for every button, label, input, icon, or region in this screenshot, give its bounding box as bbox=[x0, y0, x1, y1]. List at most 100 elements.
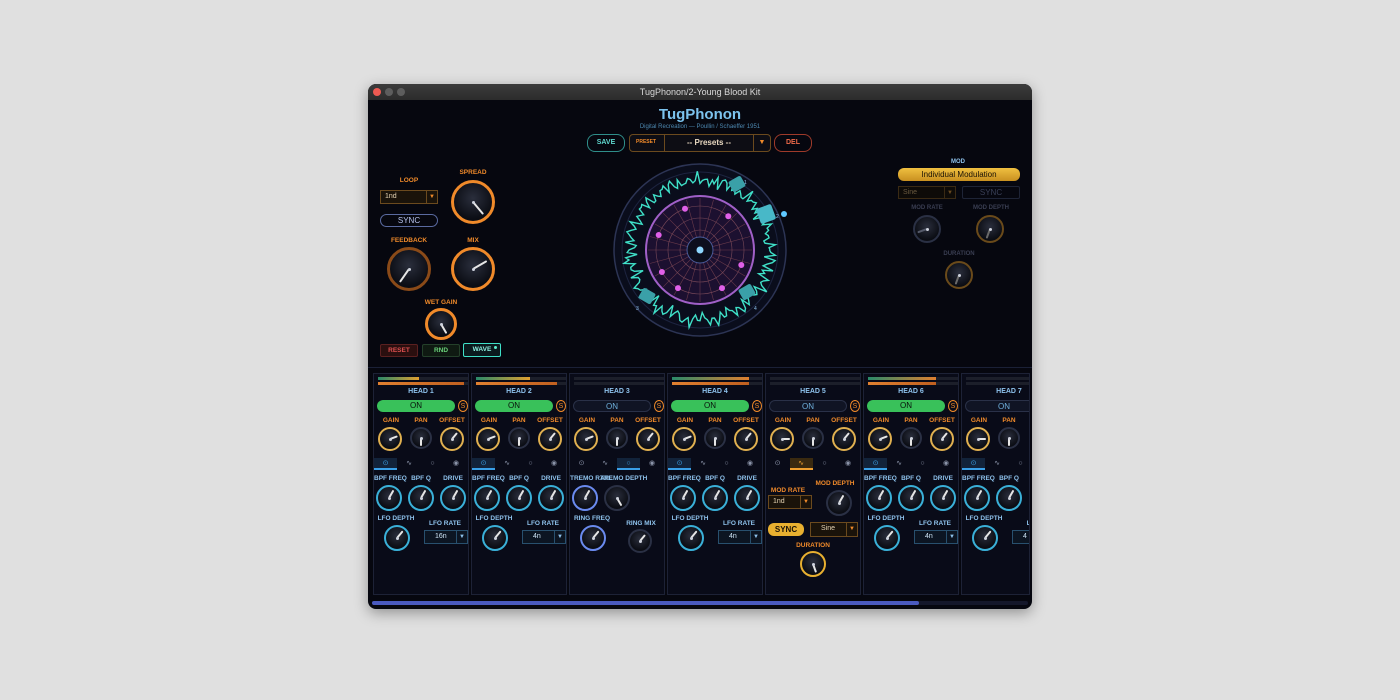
param2-knob[interactable] bbox=[408, 485, 434, 511]
param3-knob[interactable] bbox=[440, 485, 466, 511]
tab-filter-icon[interactable]: ⊙ bbox=[570, 458, 593, 470]
pan-knob[interactable] bbox=[508, 427, 530, 449]
solo-button[interactable]: S bbox=[850, 400, 860, 412]
param2-knob[interactable] bbox=[996, 485, 1022, 511]
tab-wave-icon[interactable]: ∿ bbox=[594, 458, 617, 470]
mod-sync-button[interactable]: SYNC bbox=[962, 186, 1020, 199]
param1-knob[interactable] bbox=[474, 485, 500, 511]
gain-knob[interactable] bbox=[574, 427, 598, 451]
mod-rate-knob[interactable] bbox=[913, 215, 941, 243]
solo-button[interactable]: S bbox=[948, 400, 958, 412]
individual-modulation-button[interactable]: Individual Modulation bbox=[898, 168, 1020, 181]
tab-target-icon[interactable]: ◉ bbox=[739, 458, 762, 470]
param1-knob[interactable] bbox=[376, 485, 402, 511]
tape-head-wheel[interactable]: 1 2 3 4 bbox=[612, 162, 788, 338]
tab-target-icon[interactable]: ◉ bbox=[641, 458, 664, 470]
gain-knob[interactable] bbox=[966, 427, 990, 451]
tab-wave-icon[interactable]: ∿ bbox=[986, 458, 1009, 470]
head-wave-select[interactable]: Sine ▼ bbox=[810, 522, 858, 537]
head-sync-button[interactable]: SYNC bbox=[768, 523, 804, 536]
pan-knob[interactable] bbox=[802, 427, 824, 449]
tab-filter-icon[interactable]: ⊙ bbox=[864, 458, 887, 470]
loop-select[interactable]: 1nd ▼ bbox=[380, 190, 438, 204]
gain-knob[interactable] bbox=[868, 427, 892, 451]
feedback-knob[interactable] bbox=[387, 247, 431, 291]
duration-knob[interactable] bbox=[945, 261, 973, 289]
param5-knob[interactable] bbox=[628, 529, 652, 553]
tab-ring-icon[interactable]: ○ bbox=[813, 458, 836, 470]
tab-ring-icon[interactable]: ○ bbox=[911, 458, 934, 470]
param2-knob[interactable] bbox=[702, 485, 728, 511]
tab-target-icon[interactable]: ◉ bbox=[445, 458, 468, 470]
param1-knob[interactable] bbox=[866, 485, 892, 511]
wet-gain-knob[interactable] bbox=[425, 308, 457, 340]
gain-knob[interactable] bbox=[476, 427, 500, 451]
param3-knob[interactable] bbox=[930, 485, 956, 511]
offset-knob[interactable] bbox=[440, 427, 464, 451]
param4-knob[interactable] bbox=[580, 525, 606, 551]
param3-knob[interactable] bbox=[538, 485, 564, 511]
mod-depth-knob[interactable] bbox=[976, 215, 1004, 243]
tab-wave-icon[interactable]: ∿ bbox=[496, 458, 519, 470]
param1-knob[interactable] bbox=[964, 485, 990, 511]
lfo-rate-select[interactable]: 16n ▼ bbox=[424, 530, 468, 544]
offset-knob[interactable] bbox=[832, 427, 856, 451]
minimize-window-button[interactable] bbox=[385, 88, 393, 96]
param4-knob[interactable] bbox=[678, 525, 704, 551]
pan-knob[interactable] bbox=[606, 427, 628, 449]
head-on-toggle[interactable]: ON bbox=[671, 400, 749, 412]
param4-knob[interactable] bbox=[972, 525, 998, 551]
tab-ring-icon[interactable]: ○ bbox=[421, 458, 444, 470]
solo-button[interactable]: S bbox=[654, 400, 664, 412]
tab-target-icon[interactable]: ◉ bbox=[935, 458, 958, 470]
pan-knob[interactable] bbox=[704, 427, 726, 449]
mod-depth-knob[interactable] bbox=[826, 490, 852, 516]
tab-target-icon[interactable]: ◉ bbox=[543, 458, 566, 470]
tab-target-icon[interactable]: ◉ bbox=[837, 458, 860, 470]
tab-ring-icon[interactable]: ○ bbox=[1009, 458, 1029, 470]
loop-sync-button[interactable]: SYNC bbox=[380, 214, 438, 227]
param2-knob[interactable] bbox=[898, 485, 924, 511]
wave-toggle-button[interactable]: WAVE bbox=[463, 343, 501, 357]
offset-knob[interactable] bbox=[636, 427, 660, 451]
offset-knob[interactable] bbox=[930, 427, 954, 451]
head-on-toggle[interactable]: ON bbox=[965, 400, 1029, 412]
solo-button[interactable]: S bbox=[752, 400, 762, 412]
tab-filter-icon[interactable]: ⊙ bbox=[962, 458, 985, 470]
mix-knob[interactable] bbox=[451, 247, 495, 291]
mod-rate-select[interactable]: 1nd ▼ bbox=[768, 495, 812, 509]
head-on-toggle[interactable]: ON bbox=[769, 400, 847, 412]
lfo-rate-select[interactable]: 4n ▼ bbox=[718, 530, 762, 544]
param2-knob[interactable] bbox=[506, 485, 532, 511]
solo-button[interactable]: S bbox=[458, 400, 468, 412]
duration-knob[interactable] bbox=[800, 551, 826, 577]
pan-knob[interactable] bbox=[900, 427, 922, 449]
tab-filter-icon[interactable]: ⊙ bbox=[374, 458, 397, 470]
tab-ring-icon[interactable]: ○ bbox=[617, 458, 640, 470]
param4-knob[interactable] bbox=[384, 525, 410, 551]
tab-filter-icon[interactable]: ⊙ bbox=[766, 458, 789, 470]
tab-wave-icon[interactable]: ∿ bbox=[789, 458, 813, 470]
offset-knob[interactable] bbox=[734, 427, 758, 451]
offset-knob[interactable] bbox=[538, 427, 562, 451]
scrollbar-thumb[interactable] bbox=[372, 601, 919, 605]
head-on-toggle[interactable]: ON bbox=[377, 400, 455, 412]
param1-knob[interactable] bbox=[572, 485, 598, 511]
head-on-toggle[interactable]: ON bbox=[867, 400, 945, 412]
horizontal-scrollbar[interactable] bbox=[372, 601, 1028, 605]
param4-knob[interactable] bbox=[874, 525, 900, 551]
gain-knob[interactable] bbox=[672, 427, 696, 451]
tab-wave-icon[interactable]: ∿ bbox=[692, 458, 715, 470]
mod-wave-select[interactable]: Sine ▼ bbox=[898, 186, 956, 199]
head-on-toggle[interactable]: ON bbox=[475, 400, 553, 412]
reset-button[interactable]: RESET bbox=[380, 344, 418, 357]
tab-wave-icon[interactable]: ∿ bbox=[888, 458, 911, 470]
lfo-rate-select[interactable]: 4n ▼ bbox=[522, 530, 566, 544]
param4-knob[interactable] bbox=[482, 525, 508, 551]
preset-selector[interactable]: PRESET -- Presets -- ▼ bbox=[629, 134, 771, 152]
zoom-window-button[interactable] bbox=[397, 88, 405, 96]
gain-knob[interactable] bbox=[770, 427, 794, 451]
tab-wave-icon[interactable]: ∿ bbox=[398, 458, 421, 470]
lfo-rate-select[interactable]: 4n ▼ bbox=[914, 530, 958, 544]
tab-filter-icon[interactable]: ⊙ bbox=[668, 458, 691, 470]
